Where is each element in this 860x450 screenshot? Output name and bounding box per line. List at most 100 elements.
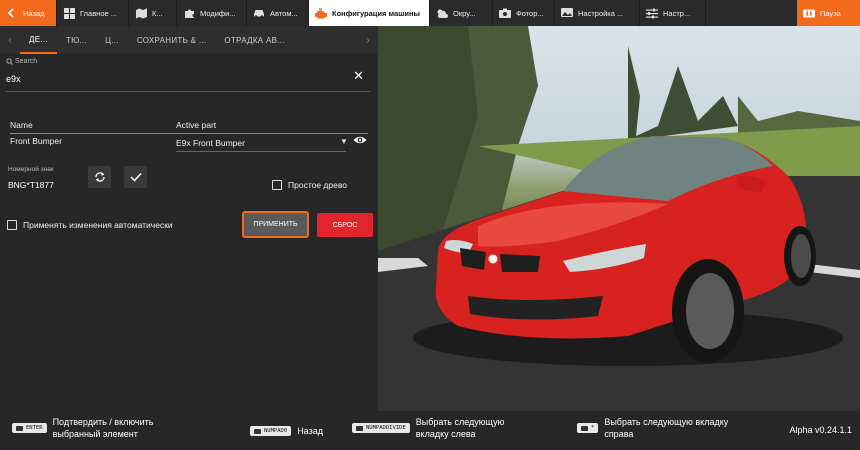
hint-tab-left: NUMPADDIVIDE Выбрать следующую вкладку с… (352, 416, 536, 440)
key-label: ENTER (26, 425, 43, 431)
part-slot-name: Front Bumper (10, 136, 62, 146)
vehicle-viewport[interactable] (378, 26, 860, 411)
close-icon[interactable]: ✕ (353, 68, 364, 84)
hint-confirm: ENTER Подтвердить / включить выбранный э… (12, 416, 183, 440)
column-active-part-header: Active part (176, 120, 217, 130)
puzzle-icon (183, 7, 195, 19)
apply-plate-button[interactable] (124, 166, 147, 188)
search-label-text: Search (15, 58, 38, 65)
hint-text: Выбрать следующую вкладку справа (604, 417, 729, 439)
sliders-icon (646, 7, 658, 19)
front-rim (686, 273, 734, 349)
top-menu-bar: Назад Главное ... К... Модифи... Автом..… (0, 0, 860, 26)
search-input[interactable]: e9x (6, 74, 21, 84)
tab-photo-mode[interactable]: Фотор... (493, 0, 555, 26)
back-label: Назад (23, 8, 45, 18)
map-icon (135, 7, 147, 19)
checkmark-icon (129, 172, 142, 182)
hint-text: Назад (297, 426, 323, 436)
tab-label: Фотор... (516, 8, 544, 18)
multiply-key-badge: * (577, 423, 599, 433)
hint-tab-right: * Выбрать следующую вкладку справа (577, 416, 754, 440)
tab-main-menu[interactable]: Главное ... (57, 0, 129, 26)
app-root: Назад Главное ... К... Модифи... Автом..… (0, 0, 860, 450)
simple-tree-toggle[interactable]: Простое древо (272, 180, 347, 190)
enter-key-badge: ENTER (12, 423, 47, 433)
simple-tree-checkbox[interactable] (272, 180, 282, 190)
reset-button[interactable]: СБРОС (317, 213, 373, 237)
car-icon (253, 7, 265, 19)
auto-apply-checkbox[interactable] (7, 220, 17, 230)
numpad0-key-badge: NUMPAD0 (250, 426, 292, 436)
column-name-header: Name (10, 120, 33, 130)
camera-icon (499, 7, 511, 19)
key-label: NUMPAD0 (264, 428, 288, 434)
engine-icon (315, 7, 327, 19)
tab-label: Окру... (453, 8, 476, 18)
tab-environment[interactable]: Окру... (430, 0, 493, 26)
pause-label: Пауза (820, 8, 841, 18)
rear-rim (791, 234, 811, 278)
key-label: NUMPADDIVIDE (366, 425, 406, 431)
vehicle-config-panel: ‹ ДЕ... ТЮ... Ц... СОХРАНИТЬ & ... ОТРАД… (0, 26, 378, 411)
keyboard-icon (581, 425, 588, 431)
subtab-color[interactable]: Ц... (96, 26, 128, 54)
tab-label: Автом... (270, 8, 298, 18)
subtab-save-load[interactable]: СОХРАНИТЬ & ... (128, 26, 216, 54)
arrow-left-icon (6, 7, 18, 19)
photo-settings-icon (561, 7, 573, 19)
tab-mods[interactable]: Модифи... (177, 0, 247, 26)
car-badge (488, 254, 498, 264)
tab-vehicles[interactable]: Автом... (247, 0, 309, 26)
tab-settings[interactable]: Настр... (640, 0, 706, 26)
simple-tree-label: Простое древо (288, 180, 347, 190)
version-label: Alpha v0.24.1.1 (789, 425, 852, 435)
parts-table-header: Name Active part (10, 120, 368, 134)
search-label: Search (6, 58, 37, 65)
tab-map[interactable]: К... (129, 0, 177, 26)
bottom-hint-bar: ENTER Подтвердить / включить выбранный э… (0, 411, 860, 450)
apply-button[interactable]: ПРИМЕНИТЬ (242, 211, 309, 238)
tab-photo-settings[interactable]: Настройка ... (555, 0, 640, 26)
subtab-debug[interactable]: ОТРАДКА АВ... (215, 26, 293, 54)
chevron-left-icon[interactable]: ‹ (0, 35, 20, 46)
refresh-icon (94, 172, 105, 182)
active-part-dropdown[interactable]: E9x Front Bumper (176, 138, 346, 152)
pause-key-icon (803, 7, 815, 19)
weather-icon (436, 7, 448, 19)
eye-icon[interactable] (353, 135, 367, 147)
search-icon (6, 58, 13, 65)
tab-label: Модифи... (200, 8, 236, 18)
viewport-scene (378, 26, 860, 411)
license-plate-label: Номерной знак (8, 166, 54, 173)
subtab-parts[interactable]: ДЕ... (20, 26, 57, 54)
search-field[interactable]: Search e9x ✕ (6, 58, 370, 92)
subtab-tuning[interactable]: ТЮ... (57, 26, 96, 54)
tab-label: К... (152, 8, 163, 18)
grid-icon (63, 7, 75, 19)
grille-right (500, 254, 540, 272)
tab-label: Настр... (663, 8, 691, 18)
key-label: * (591, 425, 595, 431)
keyboard-icon (254, 428, 261, 434)
chevron-right-icon[interactable]: › (358, 35, 378, 46)
auto-apply-toggle[interactable]: Применять изменения автоматически (7, 220, 173, 230)
license-plate-input[interactable]: BNG*T1877 (8, 180, 54, 190)
config-subtabs: ‹ ДЕ... ТЮ... Ц... СОХРАНИТЬ & ... ОТРАД… (0, 26, 378, 54)
tab-vehicle-config[interactable]: Конфигурация машины (309, 0, 430, 26)
keyboard-icon (16, 425, 23, 431)
pause-button[interactable]: Пауза (797, 0, 860, 26)
keyboard-icon (356, 425, 363, 431)
numpaddivide-key-badge: NUMPADDIVIDE (352, 423, 410, 433)
hint-back: NUMPAD0 Назад (250, 425, 323, 437)
table-row: Front Bumper E9x Front Bumper ▼ (10, 136, 368, 154)
trees-back (628, 46, 738, 141)
auto-apply-label: Применять изменения автоматически (23, 220, 173, 230)
tab-label: Главное ... (80, 8, 117, 18)
hint-text: Подтвердить / включить выбранный элемент (52, 417, 154, 439)
dropdown-arrow-icon[interactable]: ▼ (340, 137, 348, 146)
randomize-plate-button[interactable] (88, 166, 111, 188)
tab-label: Настройка ... (578, 8, 624, 18)
hint-text: Выбрать следующую вкладку слева (415, 417, 505, 439)
back-button[interactable]: Назад (0, 0, 57, 26)
